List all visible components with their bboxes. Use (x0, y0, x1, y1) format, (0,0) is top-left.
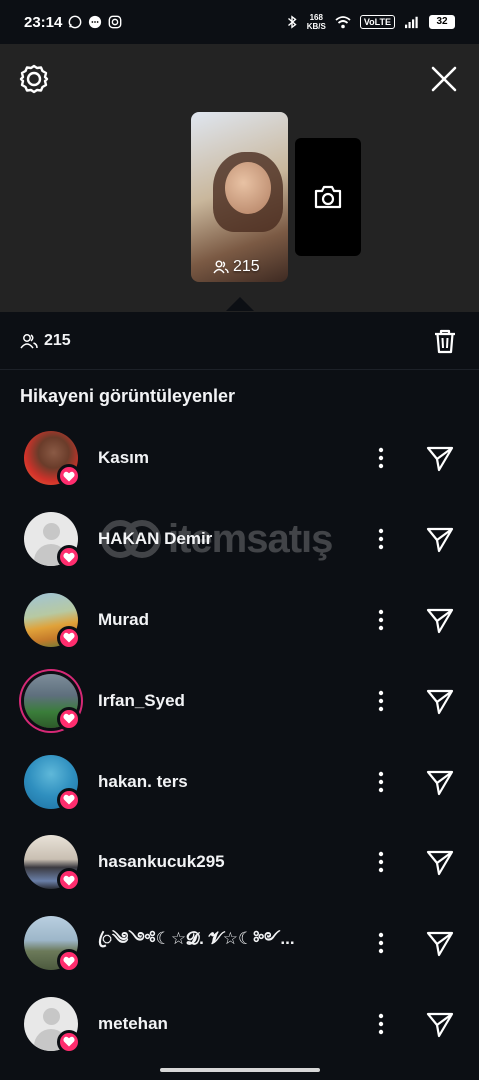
signal-icon (405, 16, 418, 29)
more-icon[interactable] (371, 446, 391, 470)
viewers-icon (213, 260, 229, 274)
send-icon[interactable] (425, 686, 455, 716)
viewer-row[interactable]: HAKAN Demir (0, 499, 479, 580)
avatar[interactable] (24, 592, 81, 650)
send-icon[interactable] (425, 847, 455, 877)
viewer-row[interactable]: Irfan_Syed (0, 660, 479, 741)
home-indicator[interactable] (160, 1068, 320, 1072)
camera-icon (314, 185, 342, 209)
heart-icon (57, 1029, 81, 1054)
story-photo-face (225, 162, 271, 214)
selected-story-pointer (226, 297, 254, 311)
battery-indicator: 32 (429, 15, 455, 29)
viewer-row[interactable]: Kasım (0, 418, 479, 499)
viewer-username[interactable]: ꦿ༄༺☾☆𝓓. 𝓥☆☾༻... (98, 919, 295, 967)
avatar[interactable] (24, 754, 81, 812)
send-icon[interactable] (425, 443, 455, 473)
net-speed: 168 KB/S (306, 13, 326, 31)
viewer-username[interactable]: Murad (98, 610, 149, 630)
heart-icon (57, 706, 81, 731)
close-icon[interactable] (429, 64, 459, 94)
viewer-row[interactable]: metehan (0, 984, 479, 1065)
viewer-username[interactable]: Irfan_Syed (98, 691, 185, 711)
viewer-username[interactable]: HAKAN Demir (98, 529, 212, 549)
viewers-icon (20, 333, 38, 348)
heart-icon (57, 625, 81, 650)
instagram-icon (108, 15, 122, 29)
views-count: 215 (44, 331, 71, 349)
status-bar: 23:14 168 KB/S VoLTE 32 (0, 0, 479, 44)
more-icon[interactable] (371, 770, 391, 794)
avatar[interactable] (24, 996, 81, 1054)
viewer-row[interactable]: hasankucuk295 (0, 822, 479, 903)
send-icon[interactable] (425, 605, 455, 635)
avatar[interactable] (24, 431, 81, 489)
viewer-row[interactable]: hakan. ters (0, 741, 479, 822)
story-preview-panel: 215 (0, 44, 479, 312)
heart-icon (57, 949, 81, 974)
more-icon[interactable] (371, 608, 391, 632)
wifi-icon (335, 16, 351, 29)
viewer-username[interactable]: hakan. ters (98, 772, 188, 792)
avatar[interactable] (24, 916, 81, 974)
heart-icon (57, 787, 81, 812)
whatsapp-icon (68, 15, 82, 29)
send-icon[interactable] (425, 1009, 455, 1039)
add-story-camera-tile[interactable] (295, 138, 361, 256)
section-title: Hikayeni görüntüleyenler (20, 386, 236, 406)
more-icon[interactable] (371, 1012, 391, 1036)
send-icon[interactable] (425, 767, 455, 797)
more-icon[interactable] (371, 931, 391, 955)
more-icon[interactable] (371, 527, 391, 551)
message-icon (89, 15, 102, 29)
viewer-username[interactable]: hasankucuk295 (98, 852, 225, 872)
heart-icon (57, 868, 81, 893)
send-icon[interactable] (425, 524, 455, 554)
story-view-count: 215 (213, 258, 260, 276)
avatar[interactable] (24, 673, 81, 731)
more-icon[interactable] (371, 850, 391, 874)
status-time: 23:14 (24, 13, 63, 31)
viewer-username[interactable]: metehan (98, 1014, 168, 1034)
story-thumbnail[interactable]: 215 (191, 112, 288, 282)
viewer-list: Kasım HAKAN Demir Murad Irfan_Syed hakan… (0, 418, 479, 1064)
views-summary-row: 215 (0, 312, 479, 370)
send-icon[interactable] (425, 928, 455, 958)
trash-icon[interactable] (431, 327, 459, 355)
avatar[interactable] (24, 512, 81, 570)
more-icon[interactable] (371, 689, 391, 713)
bluetooth-icon (287, 15, 297, 29)
heart-icon (57, 545, 81, 570)
heart-icon (57, 464, 81, 489)
viewer-row[interactable]: Murad (0, 580, 479, 661)
viewer-row[interactable]: ꦿ༄༺☾☆𝓓. 𝓥☆☾༻... (0, 903, 479, 984)
settings-icon[interactable] (18, 63, 50, 95)
viewer-username[interactable]: Kasım (98, 448, 149, 468)
avatar[interactable] (24, 835, 81, 893)
volte-badge: VoLTE (359, 15, 395, 29)
